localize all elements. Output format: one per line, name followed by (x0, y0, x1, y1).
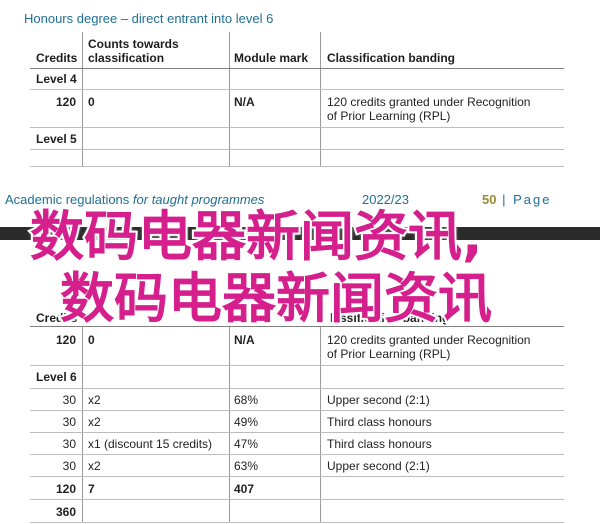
col-header-banding: Classification banding (327, 51, 456, 65)
cell-banding: Upper second (2:1) (327, 393, 430, 407)
cell-counts: 0 (88, 333, 95, 347)
cell-credits: 30 (62, 437, 76, 451)
row-divider (30, 432, 564, 433)
row-divider (30, 410, 564, 411)
page-number: 50 (482, 192, 497, 207)
cell-credits: 30 (62, 393, 76, 407)
row-divider (30, 149, 564, 150)
level4-label: Level 4 (36, 72, 77, 86)
overlay-headline-line1: 数码电器新闻资讯, (28, 205, 485, 268)
row-divider (30, 454, 564, 455)
cell-counts: x1 (discount 15 credits) (88, 437, 213, 451)
cell-total-counts: 7 (88, 482, 95, 496)
cell-grand-total-credits: 360 (55, 505, 76, 519)
cell-banding: Third class honours (327, 415, 432, 429)
cell-banding: Upper second (2:1) (327, 459, 430, 473)
row-divider (30, 89, 564, 90)
overlay-headline-line2: 数码电器新闻资讯 (58, 267, 494, 330)
cell-mark: 49% (234, 415, 259, 429)
cell-credits: 30 (62, 415, 76, 429)
row-divider (30, 166, 564, 167)
cell-credits: 120 (55, 95, 76, 109)
cell-counts: 0 (88, 95, 95, 109)
cell-counts: x2 (88, 459, 101, 473)
section-title: Honours degree – direct entrant into lev… (24, 11, 274, 26)
cell-credits: 30 (62, 459, 76, 473)
cell-total-credits: 120 (55, 482, 76, 496)
col-divider (320, 32, 321, 166)
col-divider (82, 326, 83, 522)
row-divider (30, 499, 564, 500)
col-header-counts-line2: classification (88, 51, 165, 65)
page-word: Page (513, 192, 552, 207)
level6-label: Level 6 (36, 370, 77, 384)
page-separator: | (496, 192, 514, 207)
footer-page: 50 | Page (482, 192, 551, 207)
cell-mark: 63% (234, 459, 259, 473)
cell-mark: N/A (234, 95, 255, 109)
level5-label: Level 5 (36, 132, 77, 146)
col-divider (229, 326, 230, 522)
row-divider (30, 127, 564, 128)
cell-credits: 120 (55, 333, 76, 347)
row-divider (30, 365, 564, 366)
col-header-module-mark: Module mark (234, 51, 309, 65)
cell-banding-line1: 120 credits granted under Recognition (327, 95, 531, 109)
cell-counts: x2 (88, 415, 101, 429)
cell-banding: Third class honours (327, 437, 432, 451)
cell-mark: N/A (234, 333, 255, 347)
cell-banding-line1: 120 credits granted under Recognition (327, 333, 531, 347)
cell-banding-line2: of Prior Learning (RPL) (327, 347, 451, 361)
cell-banding-line2: of Prior Learning (RPL) (327, 109, 451, 123)
col-header-credits: Credits (36, 51, 78, 65)
header-divider (30, 68, 564, 69)
cell-counts: x2 (88, 393, 101, 407)
row-divider (30, 522, 564, 523)
col-divider (229, 32, 230, 166)
row-divider (30, 476, 564, 477)
cell-total-mark: 407 (234, 482, 255, 496)
row-divider (30, 388, 564, 389)
col-divider (82, 32, 83, 166)
col-divider (320, 326, 321, 522)
cell-mark: 47% (234, 437, 259, 451)
col-header-counts-line1: Counts towards (88, 37, 179, 51)
cell-mark: 68% (234, 393, 259, 407)
